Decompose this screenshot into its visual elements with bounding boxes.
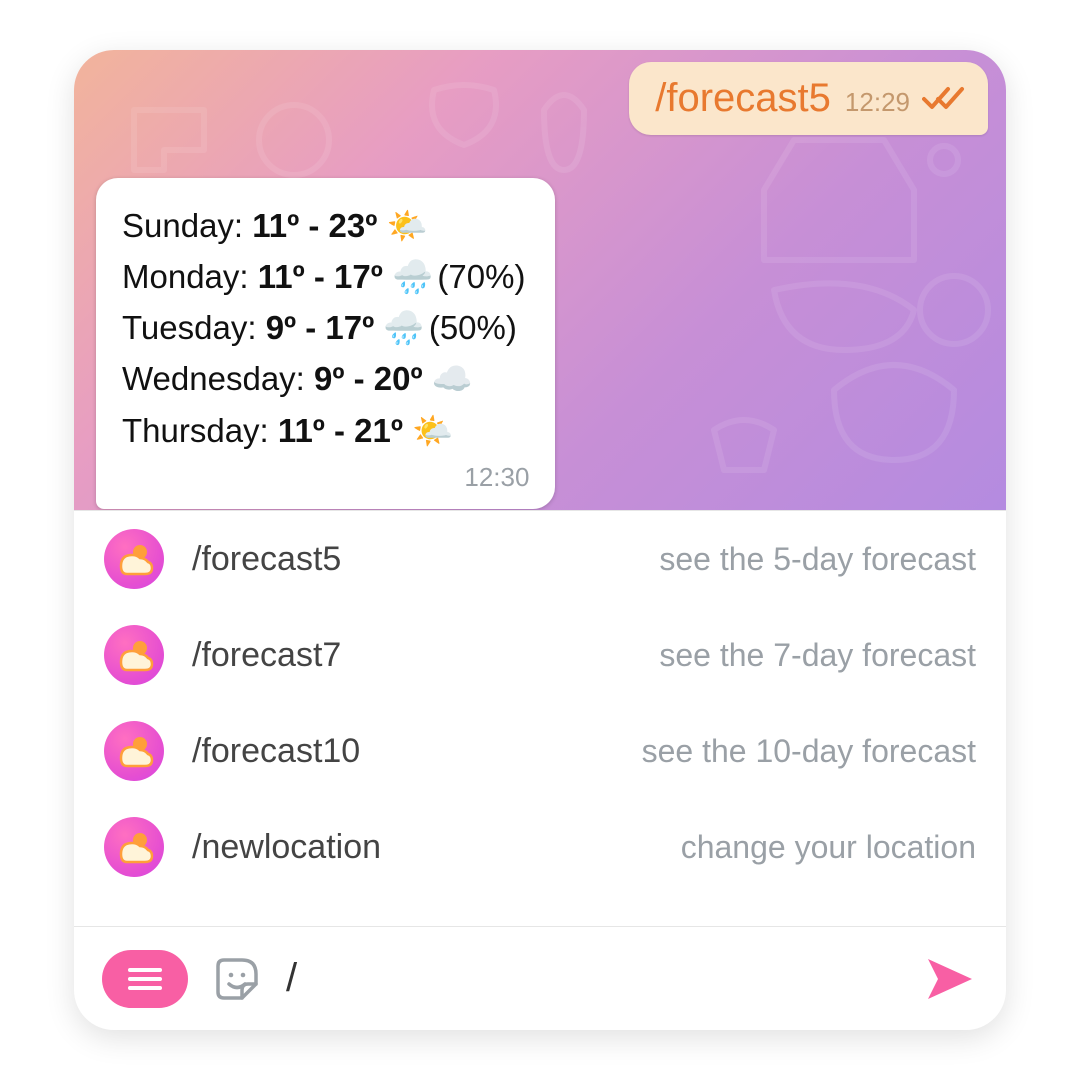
- sun-cloud-icon: 🌤️: [386, 200, 422, 251]
- message-outgoing[interactable]: /forecast5 12:29: [629, 62, 988, 135]
- command-description: see the 10-day forecast: [460, 733, 976, 770]
- command-suggestion[interactable]: /newlocation change your location: [74, 799, 1006, 895]
- command-name: /forecast5: [192, 540, 432, 579]
- command-name: /newlocation: [192, 828, 432, 867]
- forecast-day: Sunday:: [122, 207, 252, 244]
- forecast-line: Tuesday: 9º - 17º 🌧️ (50%): [122, 302, 525, 353]
- message-input[interactable]: [286, 956, 898, 1001]
- forecast-precip: (50%): [420, 309, 517, 346]
- bot-avatar-icon: [104, 721, 164, 781]
- forecast-day: Tuesday:: [122, 309, 266, 346]
- menu-button[interactable]: [102, 950, 188, 1008]
- forecast-precip: (70%): [428, 258, 525, 295]
- forecast-line: Thursday: 11º - 21º 🌤️: [122, 405, 525, 456]
- message-incoming[interactable]: Sunday: 11º - 23º 🌤️Monday: 11º - 17º 🌧️…: [96, 178, 555, 509]
- message-outgoing-time: 12:29: [845, 87, 910, 118]
- read-receipt-icon: [922, 85, 966, 111]
- message-incoming-time: 12:30: [122, 462, 529, 493]
- forecast-temps: 11º - 17º: [258, 258, 392, 295]
- forecast-temps: 11º - 21º: [278, 412, 412, 449]
- forecast-day: Wednesday:: [122, 360, 314, 397]
- forecast-list: Sunday: 11º - 23º 🌤️Monday: 11º - 17º 🌧️…: [122, 200, 525, 456]
- forecast-temps: 9º - 20º: [314, 360, 432, 397]
- forecast-day: Thursday:: [122, 412, 278, 449]
- rain-cloud-icon: 🌧️: [392, 251, 428, 302]
- bot-avatar-icon: [104, 529, 164, 589]
- send-button[interactable]: [922, 951, 978, 1007]
- command-suggestions: /forecast5 see the 5-day forecast/forecas…: [74, 510, 1006, 926]
- forecast-day: Monday:: [122, 258, 258, 295]
- compose-bar: [74, 926, 1006, 1030]
- forecast-line: Sunday: 11º - 23º 🌤️: [122, 200, 525, 251]
- message-outgoing-text: /forecast5: [655, 76, 831, 121]
- cloud-icon: ☁️: [432, 353, 468, 404]
- command-description: change your location: [460, 829, 976, 866]
- chat-area: /forecast5 12:29 Sunday: 11º - 23º 🌤️Mon…: [74, 50, 1006, 510]
- forecast-line: Monday: 11º - 17º 🌧️ (70%): [122, 251, 525, 302]
- command-suggestion[interactable]: /forecast7 see the 7-day forecast: [74, 607, 1006, 703]
- bot-avatar-icon: [104, 625, 164, 685]
- chat-card: /forecast5 12:29 Sunday: 11º - 23º 🌤️Mon…: [74, 50, 1006, 1030]
- command-name: /forecast10: [192, 732, 432, 771]
- forecast-temps: 11º - 23º: [252, 207, 386, 244]
- bot-avatar-icon: [104, 817, 164, 877]
- forecast-temps: 9º - 17º: [266, 309, 384, 346]
- command-suggestion[interactable]: /forecast10 see the 10-day forecast: [74, 703, 1006, 799]
- forecast-line: Wednesday: 9º - 20º ☁️: [122, 353, 525, 404]
- sun-cloud-icon: 🌤️: [412, 405, 448, 456]
- rain-cloud-icon: 🌧️: [383, 302, 419, 353]
- command-description: see the 7-day forecast: [460, 637, 976, 674]
- command-name: /forecast7: [192, 636, 432, 675]
- command-suggestion[interactable]: /forecast5 see the 5-day forecast: [74, 511, 1006, 607]
- command-description: see the 5-day forecast: [460, 541, 976, 578]
- sticker-button[interactable]: [212, 954, 262, 1004]
